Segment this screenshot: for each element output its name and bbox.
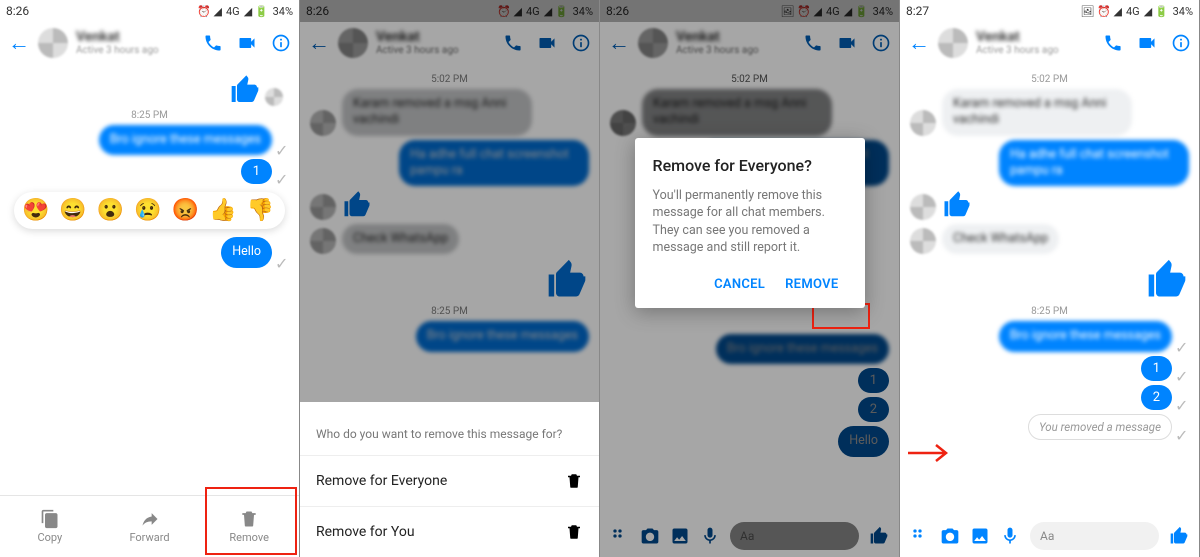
avatar[interactable]	[938, 28, 968, 58]
react-love[interactable]: 😍	[22, 198, 49, 223]
removed-message: You removed a message	[1028, 414, 1172, 440]
confirm-dialog: Remove for Everyone? You'll permanently …	[635, 138, 865, 308]
panel-2-sheet: 8:26⏰ ◢4G ◢ 🔋34% ← VenkatActive 3 hours …	[300, 0, 600, 557]
chat-body: 5:02 PM Karam removed a msg Anni vachind…	[900, 64, 1199, 515]
back-icon[interactable]: ←	[8, 30, 30, 56]
arrow-annotation	[906, 441, 954, 465]
mic-icon[interactable]	[1000, 526, 1020, 546]
forward-button[interactable]: Forward	[100, 496, 200, 557]
status-bar: 8:26 ⏰ ◢4G ◢ 🔋34%	[0, 0, 299, 22]
panel-4-result: 8:27🖼 ⏰ ◢4G ◢ 🔋34% ← VenkatActive 3 hour…	[900, 0, 1200, 557]
apps-icon[interactable]	[610, 526, 630, 546]
status-time: 8:26	[6, 4, 29, 18]
react-sad[interactable]: 😢	[134, 198, 161, 223]
dialog-title: Remove for Everyone?	[653, 156, 847, 175]
like-button[interactable]	[869, 526, 889, 546]
message-input[interactable]: Aa	[730, 522, 859, 550]
trash-icon	[565, 472, 583, 490]
remove-sheet: Who do you want to remove this message f…	[300, 413, 599, 557]
phone-icon[interactable]	[1103, 33, 1123, 53]
apps-icon[interactable]	[910, 526, 930, 546]
timestamp: 8:25 PM	[10, 110, 289, 121]
avatar[interactable]	[38, 28, 68, 58]
react-haha[interactable]: 😄	[59, 198, 86, 223]
sheet-title: Who do you want to remove this message f…	[300, 413, 599, 455]
remove-button[interactable]: REMOVE	[777, 271, 846, 298]
reaction-picker[interactable]: 😍 😄 😮 😢 😡 👍 👎	[14, 192, 285, 229]
gallery-icon[interactable]	[670, 526, 690, 546]
react-wow[interactable]: 😮	[97, 198, 124, 223]
contact-name: Venkat	[76, 30, 195, 45]
trash-icon	[565, 523, 583, 541]
camera-icon[interactable]	[940, 526, 960, 546]
remove-for-everyone[interactable]: Remove for Everyone	[300, 455, 599, 506]
chat-header: ← Venkat Active 3 hours ago	[0, 22, 299, 64]
highlight-remove	[205, 487, 297, 555]
back-icon[interactable]: ←	[908, 30, 930, 56]
message-input[interactable]: Aa	[1030, 522, 1159, 550]
status-icons: ⏰ ◢4G ◢ 🔋34%	[197, 5, 293, 18]
msg-out[interactable]: 1	[241, 159, 272, 184]
remove-for-you[interactable]: Remove for You	[300, 506, 599, 557]
msg-out[interactable]: Bro ignore these messages	[99, 125, 272, 155]
video-icon[interactable]	[1137, 33, 1157, 53]
info-icon[interactable]	[1171, 33, 1191, 53]
panel-3-dialog: 8:26🖼 ⏰ ◢4G ◢ 🔋34% ← VenkatActive 3 hour…	[600, 0, 900, 557]
mic-icon[interactable]	[700, 526, 720, 546]
copy-button[interactable]: Copy	[0, 496, 100, 557]
panel-1-reactions: 8:26 ⏰ ◢4G ◢ 🔋34% ← Venkat Active 3 hour…	[0, 0, 300, 557]
react-thumbs-down[interactable]: 👎	[246, 198, 273, 223]
like-button[interactable]	[1169, 526, 1189, 546]
contact-block[interactable]: Venkat Active 3 hours ago	[76, 30, 195, 56]
dialog-body: You'll permanently remove this message f…	[653, 187, 847, 257]
cancel-button[interactable]: CANCEL	[706, 271, 773, 298]
contact-status: Active 3 hours ago	[76, 45, 195, 56]
composer: Aa	[900, 515, 1199, 557]
like-icon	[1145, 258, 1189, 302]
like-icon	[229, 74, 261, 106]
gallery-icon[interactable]	[970, 526, 990, 546]
info-icon[interactable]	[271, 33, 291, 53]
react-thumbs-up[interactable]: 👍	[209, 198, 236, 223]
video-icon[interactable]	[237, 33, 257, 53]
like-icon	[942, 190, 972, 220]
react-angry[interactable]: 😡	[172, 198, 199, 223]
phone-icon[interactable]	[203, 33, 223, 53]
msg-hello[interactable]: Hello	[221, 237, 272, 267]
camera-icon[interactable]	[640, 526, 660, 546]
back-icon[interactable]: ←	[308, 30, 330, 56]
chat-body: 8:25 PM Bro ignore these messages✓ 1✓ 😍 …	[0, 64, 299, 495]
